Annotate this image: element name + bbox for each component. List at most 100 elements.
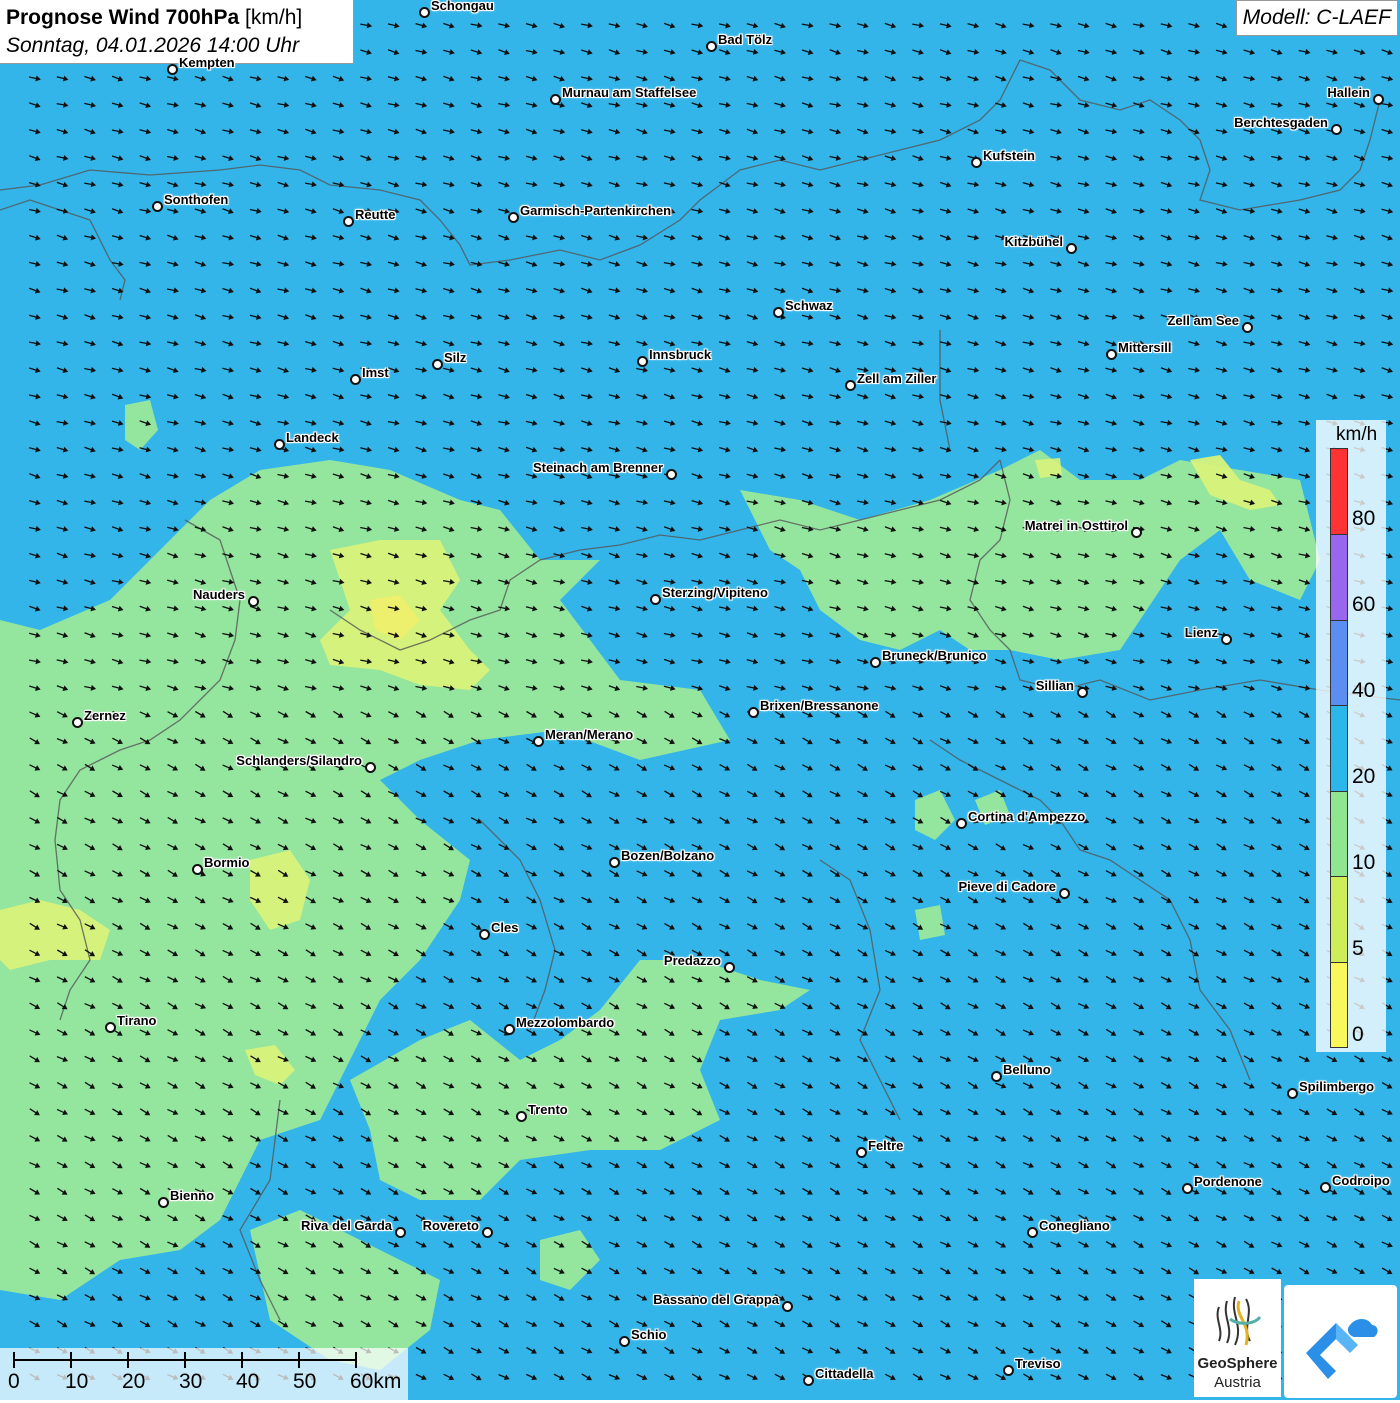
- scale-label: 10: [65, 1370, 88, 1394]
- city-dot-icon: [724, 962, 735, 973]
- city-dot-icon: [1221, 634, 1232, 645]
- city-dot-icon: [72, 717, 83, 728]
- city-dot-icon: [637, 356, 648, 367]
- city-dot-icon: [419, 7, 430, 18]
- city-dot-icon: [1106, 349, 1117, 360]
- legend-segment: [1331, 962, 1347, 1047]
- city-dot-icon: [550, 94, 561, 105]
- legend-tick-label: 60: [1352, 593, 1375, 617]
- legend-tick-label: 20: [1352, 765, 1375, 789]
- city-dot-icon: [609, 857, 620, 868]
- city-label: Treviso: [1015, 1356, 1061, 1371]
- city-label: Meran/Merano: [545, 727, 633, 742]
- city-label: Trento: [528, 1102, 568, 1117]
- scale-label: 40: [236, 1370, 259, 1394]
- city-label: Kempten: [179, 55, 235, 70]
- city-label: Pordenone: [1194, 1174, 1262, 1189]
- wind-forecast-map: Prognose Wind 700hPa [km/h] Sonntag, 04.…: [0, 0, 1400, 1400]
- city-dot-icon: [1331, 124, 1342, 135]
- city-label: Reutte: [355, 207, 395, 222]
- city-dot-icon: [971, 157, 982, 168]
- city-label: Mezzolombardo: [516, 1015, 614, 1030]
- city-dot-icon: [956, 818, 967, 829]
- city-label: Predazzo: [664, 953, 721, 968]
- scale-label: 50: [293, 1370, 316, 1394]
- weather-app-logo[interactable]: [1284, 1285, 1397, 1398]
- city-dot-icon: [870, 657, 881, 668]
- city-dot-icon: [1027, 1227, 1038, 1238]
- city-label: Sterzing/Vipiteno: [662, 585, 768, 600]
- city-label: Schwaz: [785, 298, 833, 313]
- scale-label: 30: [179, 1370, 202, 1394]
- city-label: Conegliano: [1039, 1218, 1110, 1233]
- city-dot-icon: [1066, 243, 1077, 254]
- legend-unit: km/h: [1336, 424, 1377, 446]
- legend-segment: [1331, 705, 1347, 790]
- city-label: Sonthofen: [164, 192, 228, 207]
- city-label: Innsbruck: [649, 347, 711, 362]
- city-dot-icon: [1059, 888, 1070, 899]
- legend-segment: [1331, 620, 1347, 705]
- scale-bar-ruler: [0, 1348, 408, 1372]
- wind-region-green-feltre: [915, 905, 945, 940]
- legend-tick-label: 5: [1352, 937, 1364, 961]
- city-label: Spilimbergo: [1299, 1079, 1374, 1094]
- city-dot-icon: [533, 736, 544, 747]
- city-label: Pieve di Cadore: [958, 879, 1056, 894]
- city-label: Steinach am Brenner: [533, 460, 663, 475]
- city-dot-icon: [395, 1227, 406, 1238]
- scale-label: 0: [8, 1370, 20, 1394]
- legend-tick-label: 80: [1352, 507, 1375, 531]
- city-label: Cittadella: [815, 1366, 874, 1381]
- city-dot-icon: [1242, 322, 1253, 333]
- map-title: Prognose Wind 700hPa: [6, 6, 239, 29]
- city-dot-icon: [1320, 1182, 1331, 1193]
- city-dot-icon: [192, 864, 203, 875]
- city-label: Bassano del Grappa: [653, 1292, 779, 1307]
- city-label: Cortina d'Ampezzo: [968, 809, 1085, 824]
- city-label: Murnau am Staffelsee: [562, 85, 696, 100]
- scale-label: 60km: [350, 1370, 401, 1394]
- mountain-app-icon: [1284, 1285, 1397, 1398]
- city-dot-icon: [248, 596, 259, 607]
- city-dot-icon: [504, 1024, 515, 1035]
- city-dot-icon: [782, 1301, 793, 1312]
- city-dot-icon: [152, 201, 163, 212]
- city-dot-icon: [650, 594, 661, 605]
- city-dot-icon: [1182, 1183, 1193, 1194]
- city-dot-icon: [1373, 94, 1384, 105]
- city-dot-icon: [479, 929, 490, 940]
- city-dot-icon: [274, 439, 285, 450]
- city-dot-icon: [516, 1111, 527, 1122]
- legend-segment: [1331, 534, 1347, 619]
- city-label: Hallein: [1327, 85, 1370, 100]
- city-dot-icon: [1003, 1365, 1014, 1376]
- legend-color-bar: [1330, 448, 1348, 1048]
- map-title-box: Prognose Wind 700hPa [km/h] Sonntag, 04.…: [0, 0, 354, 64]
- city-dot-icon: [105, 1022, 116, 1033]
- city-dot-icon: [803, 1375, 814, 1386]
- city-label: Zell am See: [1167, 313, 1239, 328]
- city-dot-icon: [666, 469, 677, 480]
- legend-tick-label: 10: [1352, 851, 1375, 875]
- city-dot-icon: [856, 1147, 867, 1158]
- city-label: Silz: [444, 350, 466, 365]
- city-dot-icon: [508, 212, 519, 223]
- city-label: Codroipo: [1332, 1173, 1390, 1188]
- city-label: Kitzbühel: [1005, 234, 1064, 249]
- city-dot-icon: [1131, 527, 1142, 538]
- city-dot-icon: [1077, 687, 1088, 698]
- geosphere-name: GeoSphere: [1194, 1355, 1281, 1372]
- city-label: Rovereto: [423, 1218, 479, 1233]
- geosphere-emblem-icon: [1194, 1279, 1281, 1355]
- legend-tick-label: 40: [1352, 679, 1375, 703]
- city-label: Schio: [631, 1327, 666, 1342]
- city-dot-icon: [991, 1071, 1002, 1082]
- city-dot-icon: [365, 762, 376, 773]
- city-dot-icon: [167, 64, 178, 75]
- color-legend: km/h 806040201050: [1316, 420, 1386, 1052]
- city-label: Kufstein: [983, 148, 1035, 163]
- city-label: Zernez: [84, 708, 126, 723]
- legend-segment: [1331, 791, 1347, 876]
- city-dot-icon: [706, 41, 717, 52]
